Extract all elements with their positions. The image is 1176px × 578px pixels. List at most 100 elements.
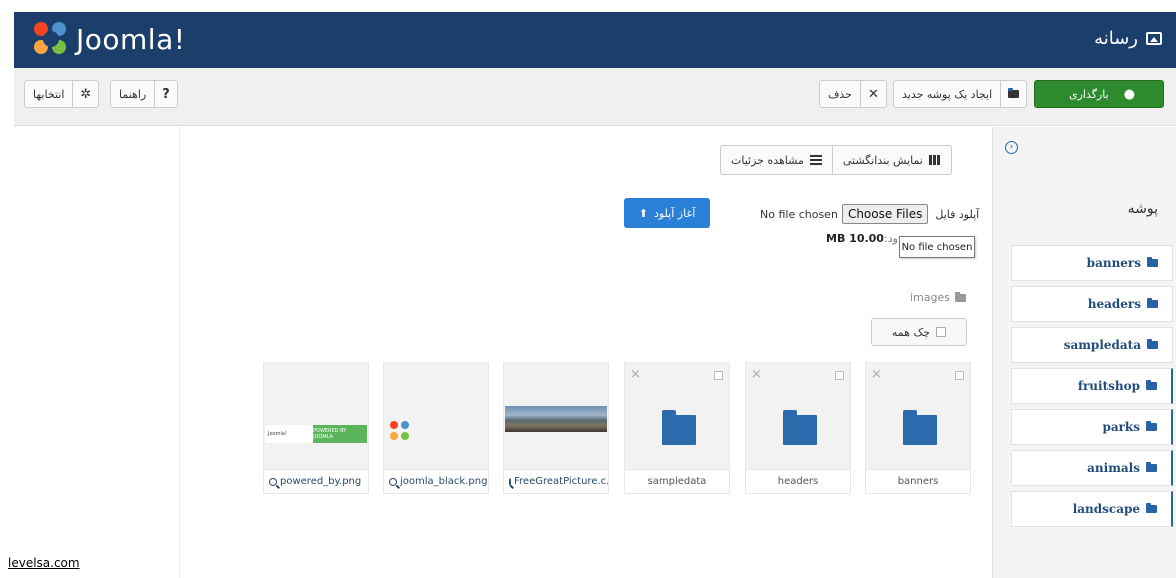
search-icon[interactable]: [509, 477, 511, 486]
delete-icon[interactable]: ×: [871, 367, 882, 382]
folder-icon: [783, 410, 817, 445]
breadcrumb: images: [910, 291, 966, 304]
thumbnail: [384, 363, 488, 470]
choose-files-button[interactable]: Choose Files: [841, 204, 929, 224]
left-gutter: [0, 127, 180, 578]
folder-icon: [1147, 298, 1158, 308]
collapse-sidebar-icon[interactable]: ›: [1005, 141, 1018, 154]
folder-icon: [1146, 421, 1157, 431]
folder-icon: [1147, 339, 1158, 349]
page-title: رسانه: [1094, 28, 1162, 49]
item-name: headers: [746, 469, 850, 493]
media-item-freegreatpicture[interactable]: FreeGreatPicture.c...: [503, 362, 609, 494]
item-name: FreeGreatPicture.c...: [514, 476, 608, 487]
panorama-image: [505, 406, 607, 432]
view-toggle: مشاهده جزئیات نمایش بندانگشتی: [720, 145, 952, 175]
folder-icon: [1147, 257, 1158, 267]
detail-view-button[interactable]: مشاهده جزئیات: [721, 146, 832, 174]
media-item-joomla-black[interactable]: joomla_black.png: [383, 362, 489, 494]
file-upload-label: آپلود فایل: [935, 207, 980, 221]
folder-label: sampledata: [1063, 338, 1141, 352]
new-folder-button[interactable]: ایجاد یک پوشه جدید: [893, 80, 1028, 108]
select-checkbox[interactable]: [714, 371, 723, 380]
search-icon[interactable]: [269, 477, 277, 486]
folder-label: landscape: [1072, 502, 1140, 516]
folder-label: animals: [1087, 461, 1140, 475]
no-file-text: No file chosen: [760, 207, 838, 221]
folder-label: headers: [1087, 297, 1141, 311]
folder-icon: [1146, 380, 1157, 390]
delete-label: حذف: [828, 87, 852, 101]
upload-icon: ⬆: [638, 206, 648, 220]
plus-circle-icon: ●: [1123, 86, 1136, 102]
checkbox-icon: [936, 327, 947, 337]
joomla-logo[interactable]: Joomla!: [32, 20, 185, 58]
page-title-text: رسانه: [1094, 28, 1138, 49]
sidebar-folder-fruitshop[interactable]: fruitshop: [1011, 368, 1173, 404]
start-upload-button[interactable]: آغاز آپلود ⬆: [624, 198, 710, 228]
folder-icon: [955, 291, 966, 302]
thumbnail: ×: [866, 363, 970, 470]
options-label: انتخابها: [33, 87, 65, 101]
banner-right: POWERED BY JOOMLA: [313, 425, 367, 443]
delete-icon[interactable]: ×: [751, 367, 762, 382]
check-all-button[interactable]: چک همه: [871, 318, 967, 346]
max-size-label: ود:: [884, 232, 898, 245]
item-name: powered_by.png: [280, 476, 362, 487]
start-upload-label: آغاز آپلود: [653, 206, 696, 220]
delete-icon[interactable]: ×: [630, 367, 641, 382]
file-input-row: No file chosen Choose Files آپلود فایل: [760, 204, 979, 224]
select-checkbox[interactable]: [955, 371, 964, 380]
folder-label: banners: [1086, 256, 1141, 270]
toolbar: انتخابها ✲ راهنما ? حذف ✕ ایجاد یک پوشه …: [14, 68, 1176, 126]
thumbnail-view-label: نمایش بندانگشتی: [842, 153, 923, 167]
sidebar-folder-sampledata[interactable]: sampledata: [1011, 327, 1173, 363]
joomla-logo-icon: [390, 421, 410, 441]
media-item-headers[interactable]: × headers: [745, 362, 851, 494]
help-label: راهنما: [119, 87, 147, 101]
folder-icon: [662, 410, 696, 445]
upload-label: بارگذاری: [1068, 87, 1109, 101]
brand-name: Joomla!: [76, 22, 186, 56]
folder-icon: [1146, 503, 1157, 513]
media-item-banners[interactable]: × banners: [865, 362, 971, 494]
options-button[interactable]: انتخابها ✲: [24, 80, 100, 108]
sidebar-folder-parks[interactable]: parks: [1011, 409, 1173, 445]
media-item-powered-by[interactable]: Joomla! POWERED BY JOOMLA powered_by.png: [263, 362, 369, 494]
thumbnail: ×: [625, 363, 729, 470]
folder-label: parks: [1102, 420, 1140, 434]
sidebar-folder-headers[interactable]: headers: [1011, 286, 1173, 322]
thumbnail: Joomla! POWERED BY JOOMLA: [264, 363, 368, 470]
question-icon: ?: [154, 81, 177, 107]
thumbnail-view-button[interactable]: نمایش بندانگشتی: [831, 146, 951, 174]
thumbnail: [504, 363, 608, 470]
delete-button[interactable]: حذف ✕: [819, 80, 887, 108]
sidebar-folder-banners[interactable]: banners: [1011, 245, 1173, 281]
image-icon: [1146, 32, 1162, 45]
search-icon[interactable]: [389, 477, 397, 486]
item-name: banners: [866, 469, 970, 493]
item-name-row: powered_by.png: [264, 469, 368, 493]
joomla-logo-icon: [32, 20, 70, 58]
new-folder-label: ایجاد یک پوشه جدید: [902, 87, 993, 101]
grid-icon: [928, 155, 941, 165]
breadcrumb-images[interactable]: images: [910, 291, 950, 304]
folder-icon: [1000, 81, 1026, 107]
folder-label: fruitshop: [1077, 379, 1140, 393]
powered-by-banner: Joomla! POWERED BY JOOMLA: [265, 425, 367, 443]
item-name: sampledata: [625, 469, 729, 493]
select-checkbox[interactable]: [835, 371, 844, 380]
check-all-label: چک همه: [891, 325, 931, 339]
sidebar-title: پوشه: [1127, 201, 1158, 217]
folder-icon: [903, 410, 937, 445]
media-item-sampledata[interactable]: × sampledata: [624, 362, 730, 494]
help-button[interactable]: راهنما ?: [110, 80, 178, 108]
item-name-row: joomla_black.png: [384, 469, 488, 493]
sidebar-folder-animals[interactable]: animals: [1011, 450, 1173, 486]
sidebar-folder-landscape[interactable]: landscape: [1011, 491, 1173, 527]
thumbnail: ×: [746, 363, 850, 470]
upload-button[interactable]: بارگذاری ●: [1034, 80, 1164, 108]
top-header: Joomla! رسانه: [14, 12, 1176, 68]
folder-sidebar: › پوشه banners headers sampledata fruits…: [992, 127, 1176, 578]
watermark: levelsa.com: [8, 556, 80, 570]
